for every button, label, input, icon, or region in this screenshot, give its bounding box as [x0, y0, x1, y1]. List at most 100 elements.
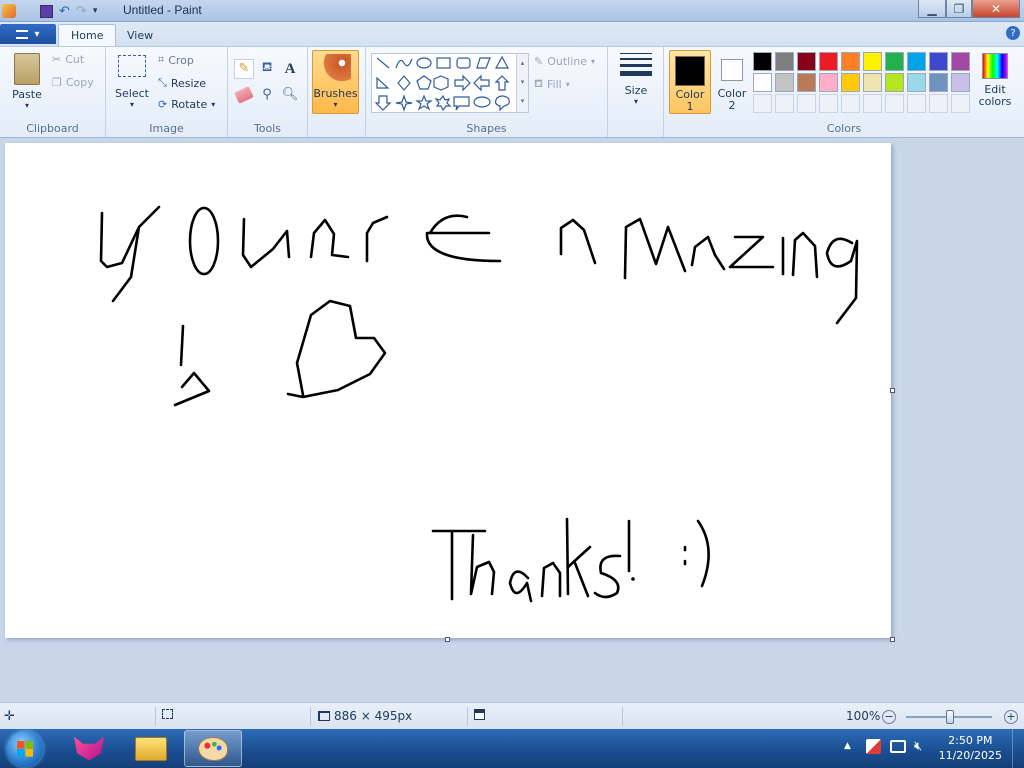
zoom-slider-thumb[interactable]: [946, 710, 954, 724]
shapes-gallery[interactable]: ▴ ▾ ▾: [371, 53, 529, 113]
resize-button[interactable]: ⤡ Resize: [158, 76, 206, 90]
paste-button[interactable]: Paste ▾: [8, 53, 46, 110]
image-group-label: Image: [149, 122, 184, 135]
volume-muted-icon[interactable]: 🔇︎: [914, 739, 922, 754]
rotate-icon: ⟳: [158, 98, 168, 111]
windows-logo-icon: [17, 741, 33, 757]
color-swatch[interactable]: [929, 52, 948, 71]
taskbar-clock[interactable]: 2:50 PM 11/20/2025: [939, 733, 1002, 763]
customize-quick-access-icon[interactable]: ▾: [93, 6, 98, 16]
fox-app-icon: [74, 736, 104, 761]
cut-button[interactable]: ✂ Cut: [52, 53, 84, 66]
tab-view[interactable]: View: [115, 24, 165, 46]
color-swatch[interactable]: [907, 73, 926, 92]
drawing-canvas[interactable]: [5, 143, 891, 638]
color1-button[interactable]: Color 1: [669, 50, 711, 114]
help-icon[interactable]: ?: [1006, 26, 1020, 40]
rainbow-icon: [982, 53, 1008, 79]
color-swatch[interactable]: [819, 52, 838, 71]
action-center-flag-icon[interactable]: [866, 739, 881, 754]
rotate-button[interactable]: ⟳ Rotate ▾: [158, 98, 215, 111]
color-swatch[interactable]: [841, 73, 860, 92]
custom-color-slot[interactable]: [753, 94, 772, 113]
zoom-in-button[interactable]: +: [1004, 710, 1018, 724]
color-swatch[interactable]: [885, 52, 904, 71]
color-swatch[interactable]: [951, 52, 970, 71]
shapes-scroll[interactable]: ▴ ▾ ▾: [516, 54, 528, 112]
eraser-icon[interactable]: [234, 86, 254, 104]
custom-color-slot[interactable]: [819, 94, 838, 113]
close-button[interactable]: ✕: [972, 0, 1020, 18]
color-swatch[interactable]: [753, 73, 772, 92]
minimize-button[interactable]: ▁: [918, 0, 946, 18]
color-swatch[interactable]: [885, 73, 904, 92]
color2-button[interactable]: Color 2: [713, 50, 751, 114]
outline-button[interactable]: ✎ Outline ▾: [534, 55, 595, 68]
color-swatch[interactable]: [929, 73, 948, 92]
resize-handle-bottom[interactable]: [445, 637, 450, 642]
crop-button[interactable]: ⌗ Crop: [158, 53, 194, 67]
tab-home[interactable]: Home: [58, 24, 117, 46]
color-swatch[interactable]: [753, 52, 772, 71]
size-button[interactable]: Size ▾: [614, 53, 658, 106]
maximize-button[interactable]: ❐: [946, 0, 972, 18]
resize-handle-right[interactable]: [890, 388, 895, 393]
edit-colors-button[interactable]: Edit colors: [976, 53, 1014, 108]
paint-menu-button[interactable]: ▾: [0, 24, 56, 44]
network-icon[interactable]: [890, 740, 906, 753]
color-swatch[interactable]: [907, 52, 926, 71]
status-separator: [310, 707, 311, 726]
zoom-out-button[interactable]: −: [882, 710, 896, 724]
color-swatch[interactable]: [819, 73, 838, 92]
custom-color-slot[interactable]: [775, 94, 794, 113]
magnifier-icon[interactable]: 🔍︎: [280, 85, 300, 105]
custom-color-slot[interactable]: [951, 94, 970, 113]
canvas-area[interactable]: [0, 139, 1024, 702]
taskbar-paint[interactable]: [184, 730, 242, 767]
outline-brush-icon: ✎: [534, 55, 544, 68]
fill-bucket-icon[interactable]: ⛾: [257, 59, 277, 79]
show-hidden-icons[interactable]: ▲: [844, 741, 851, 751]
custom-color-slot[interactable]: [907, 94, 926, 113]
taskbar-app-fox[interactable]: [60, 730, 118, 767]
zoom-slider[interactable]: [906, 710, 992, 724]
copy-button[interactable]: ❐ Copy: [52, 76, 94, 89]
brushes-button[interactable]: Brushes ▾: [312, 50, 359, 114]
crosshair-icon: ✛: [4, 709, 15, 724]
undo-icon[interactable]: ↶: [59, 4, 70, 19]
color-swatch[interactable]: [797, 52, 816, 71]
custom-color-slot[interactable]: [885, 94, 904, 113]
color-swatch[interactable]: [775, 73, 794, 92]
color-swatch[interactable]: [951, 73, 970, 92]
file-size: [474, 709, 485, 720]
color-picker-icon[interactable]: ⚲: [257, 85, 277, 105]
show-desktop-button[interactable]: [1012, 729, 1024, 768]
color-swatch[interactable]: [863, 52, 882, 71]
resize-handle-corner[interactable]: [890, 637, 895, 642]
color2-label: Color 2: [717, 87, 747, 112]
paint-app-icon[interactable]: [2, 4, 16, 18]
color-swatch[interactable]: [797, 73, 816, 92]
custom-color-slot[interactable]: [841, 94, 860, 113]
start-button[interactable]: [7, 731, 43, 767]
taskbar-file-explorer[interactable]: [122, 730, 180, 767]
color-swatch[interactable]: [863, 73, 882, 92]
clipboard-group-label: Clipboard: [26, 122, 79, 135]
clock-date: 11/20/2025: [938, 749, 1002, 762]
pencil-icon[interactable]: ✎: [234, 59, 254, 79]
color-swatch[interactable]: [775, 52, 794, 71]
status-bar: ✛ 886 × 495px 100% − +: [0, 702, 1024, 729]
canvas-size-icon: [318, 711, 330, 721]
text-tool-icon[interactable]: A: [280, 59, 300, 79]
clock-time: 2:50 PM: [948, 734, 993, 747]
custom-color-slot[interactable]: [929, 94, 948, 113]
chevron-down-icon: ▾: [34, 28, 40, 40]
fill-button[interactable]: ⛾ Fill ▾: [534, 77, 570, 92]
custom-color-slot[interactable]: [797, 94, 816, 113]
copy-label: Copy: [65, 76, 94, 89]
select-button[interactable]: Select ▾: [114, 55, 150, 109]
redo-icon[interactable]: ↷: [76, 4, 87, 19]
color-swatch[interactable]: [841, 52, 860, 71]
save-icon[interactable]: [40, 4, 53, 18]
custom-color-slot[interactable]: [863, 94, 882, 113]
